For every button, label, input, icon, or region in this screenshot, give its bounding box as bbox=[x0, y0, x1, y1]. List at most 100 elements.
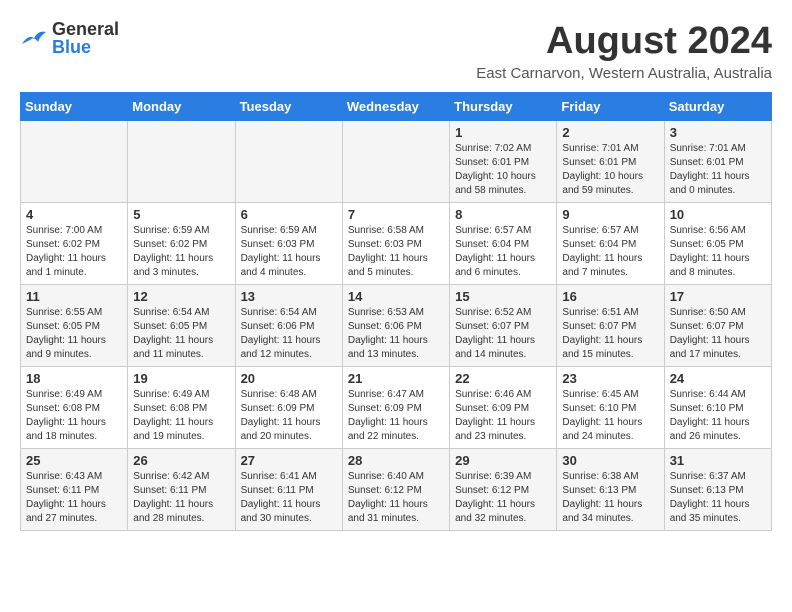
day-number: 24 bbox=[670, 371, 766, 386]
day-info: Sunrise: 6:45 AMSunset: 6:10 PMDaylight:… bbox=[562, 388, 658, 444]
day-cell: 9Sunrise: 6:57 AMSunset: 6:04 PMDaylight… bbox=[557, 203, 664, 285]
day-cell bbox=[342, 121, 449, 203]
day-info: Sunrise: 6:53 AMSunset: 6:06 PMDaylight:… bbox=[348, 306, 444, 362]
day-number: 26 bbox=[133, 453, 229, 468]
day-number: 1 bbox=[455, 125, 551, 140]
day-info: Sunrise: 6:57 AMSunset: 6:04 PMDaylight:… bbox=[455, 224, 551, 280]
logo-icon bbox=[20, 26, 48, 50]
page-header: General Blue August 2024 East Carnarvon,… bbox=[20, 20, 772, 82]
day-number: 9 bbox=[562, 207, 658, 222]
day-cell: 17Sunrise: 6:50 AMSunset: 6:07 PMDayligh… bbox=[664, 285, 771, 367]
day-cell: 28Sunrise: 6:40 AMSunset: 6:12 PMDayligh… bbox=[342, 449, 449, 531]
day-cell: 25 Sunrise: 6:43 AMSunset: 6:11 PMDayligh… bbox=[21, 449, 128, 531]
day-cell: 13 Sunrise: 6:54 AMSunset: 6:06 PMDayligh… bbox=[235, 285, 342, 367]
day-number: 20 bbox=[241, 371, 337, 386]
day-cell bbox=[21, 121, 128, 203]
day-cell: 20Sunrise: 6:48 AMSunset: 6:09 PMDayligh… bbox=[235, 367, 342, 449]
day-number: 14 bbox=[348, 289, 444, 304]
day-cell: 14 Sunrise: 6:53 AMSunset: 6:06 PMDayligh… bbox=[342, 285, 449, 367]
day-cell: 24Sunrise: 6:44 AMSunset: 6:10 PMDayligh… bbox=[664, 367, 771, 449]
header-cell-wednesday: Wednesday bbox=[342, 93, 449, 121]
day-info: Sunrise: 6:59 AMSunset: 6:03 PMDaylight:… bbox=[241, 224, 337, 280]
day-info: Sunrise: 6:59 AMSunset: 6:02 PMDaylight:… bbox=[133, 224, 229, 280]
day-info: Sunrise: 7:01 AMSunset: 6:01 PMDaylight:… bbox=[562, 142, 658, 198]
day-number: 21 bbox=[348, 371, 444, 386]
day-info: Sunrise: 6:41 AMSunset: 6:11 PMDaylight:… bbox=[241, 470, 337, 526]
calendar-body: 1Sunrise: 7:02 AMSunset: 6:01 PMDaylight… bbox=[21, 121, 772, 531]
day-info: Sunrise: 6:49 AMSunset: 6:08 PMDaylight:… bbox=[133, 388, 229, 444]
header-cell-friday: Friday bbox=[557, 93, 664, 121]
day-number: 23 bbox=[562, 371, 658, 386]
day-info: Sunrise: 7:01 AMSunset: 6:01 PMDaylight:… bbox=[670, 142, 766, 198]
month-title: August 2024 bbox=[476, 20, 772, 63]
day-cell: 22 Sunrise: 6:46 AMSunset: 6:09 PMDayligh… bbox=[450, 367, 557, 449]
day-info: Sunrise: 6:46 AMSunset: 6:09 PMDaylight:… bbox=[455, 388, 551, 444]
day-number: 16 bbox=[562, 289, 658, 304]
day-number: 4 bbox=[26, 207, 122, 222]
day-cell: 30 Sunrise: 6:38 AMSunset: 6:13 PMDayligh… bbox=[557, 449, 664, 531]
header-cell-thursday: Thursday bbox=[450, 93, 557, 121]
header-cell-saturday: Saturday bbox=[664, 93, 771, 121]
day-info: Sunrise: 6:39 AMSunset: 6:12 PMDaylight:… bbox=[455, 470, 551, 526]
day-number: 17 bbox=[670, 289, 766, 304]
day-cell: 5 Sunrise: 6:59 AMSunset: 6:02 PMDaylight… bbox=[128, 203, 235, 285]
day-number: 7 bbox=[348, 207, 444, 222]
day-cell: 26Sunrise: 6:42 AMSunset: 6:11 PMDayligh… bbox=[128, 449, 235, 531]
day-info: Sunrise: 6:47 AMSunset: 6:09 PMDaylight:… bbox=[348, 388, 444, 444]
day-number: 2 bbox=[562, 125, 658, 140]
day-number: 6 bbox=[241, 207, 337, 222]
day-info: Sunrise: 6:38 AMSunset: 6:13 PMDaylight:… bbox=[562, 470, 658, 526]
day-number: 18 bbox=[26, 371, 122, 386]
day-info: Sunrise: 6:49 AMSunset: 6:08 PMDaylight:… bbox=[26, 388, 122, 444]
header-cell-tuesday: Tuesday bbox=[235, 93, 342, 121]
header-row: SundayMondayTuesdayWednesdayThursdayFrid… bbox=[21, 93, 772, 121]
day-number: 15 bbox=[455, 289, 551, 304]
week-row-5: 25 Sunrise: 6:43 AMSunset: 6:11 PMDayligh… bbox=[21, 449, 772, 531]
day-number: 19 bbox=[133, 371, 229, 386]
day-cell: 3 Sunrise: 7:01 AMSunset: 6:01 PMDaylight… bbox=[664, 121, 771, 203]
day-number: 5 bbox=[133, 207, 229, 222]
day-cell: 19 Sunrise: 6:49 AMSunset: 6:08 PMDayligh… bbox=[128, 367, 235, 449]
day-cell: 10Sunrise: 6:56 AMSunset: 6:05 PMDayligh… bbox=[664, 203, 771, 285]
day-info: Sunrise: 6:52 AMSunset: 6:07 PMDaylight:… bbox=[455, 306, 551, 362]
day-cell: 16 Sunrise: 6:51 AMSunset: 6:07 PMDayligh… bbox=[557, 285, 664, 367]
title-area: August 2024 East Carnarvon, Western Aust… bbox=[476, 20, 772, 82]
day-number: 12 bbox=[133, 289, 229, 304]
header-cell-sunday: Sunday bbox=[21, 93, 128, 121]
calendar-table: SundayMondayTuesdayWednesdayThursdayFrid… bbox=[20, 92, 772, 531]
day-cell: 2 Sunrise: 7:01 AMSunset: 6:01 PMDaylight… bbox=[557, 121, 664, 203]
day-info: Sunrise: 6:54 AMSunset: 6:06 PMDaylight:… bbox=[241, 306, 337, 362]
day-info: Sunrise: 6:51 AMSunset: 6:07 PMDaylight:… bbox=[562, 306, 658, 362]
day-info: Sunrise: 6:43 AMSunset: 6:11 PMDaylight:… bbox=[26, 470, 122, 526]
day-cell: 29 Sunrise: 6:39 AMSunset: 6:12 PMDayligh… bbox=[450, 449, 557, 531]
day-number: 8 bbox=[455, 207, 551, 222]
day-info: Sunrise: 6:37 AMSunset: 6:13 PMDaylight:… bbox=[670, 470, 766, 526]
logo: General Blue bbox=[20, 20, 119, 56]
day-cell bbox=[128, 121, 235, 203]
logo-blue: Blue bbox=[52, 38, 119, 56]
day-cell bbox=[235, 121, 342, 203]
day-number: 27 bbox=[241, 453, 337, 468]
day-number: 30 bbox=[562, 453, 658, 468]
day-number: 3 bbox=[670, 125, 766, 140]
day-cell: 12 Sunrise: 6:54 AMSunset: 6:05 PMDayligh… bbox=[128, 285, 235, 367]
day-cell: 21 Sunrise: 6:47 AMSunset: 6:09 PMDayligh… bbox=[342, 367, 449, 449]
location-title: East Carnarvon, Western Australia, Austr… bbox=[476, 65, 772, 82]
day-cell: 1Sunrise: 7:02 AMSunset: 6:01 PMDaylight… bbox=[450, 121, 557, 203]
day-info: Sunrise: 6:55 AMSunset: 6:05 PMDaylight:… bbox=[26, 306, 122, 362]
day-number: 13 bbox=[241, 289, 337, 304]
day-number: 22 bbox=[455, 371, 551, 386]
day-number: 25 bbox=[26, 453, 122, 468]
day-info: Sunrise: 7:00 AMSunset: 6:02 PMDaylight:… bbox=[26, 224, 122, 280]
calendar-header: SundayMondayTuesdayWednesdayThursdayFrid… bbox=[21, 93, 772, 121]
week-row-1: 1Sunrise: 7:02 AMSunset: 6:01 PMDaylight… bbox=[21, 121, 772, 203]
day-info: Sunrise: 6:56 AMSunset: 6:05 PMDaylight:… bbox=[670, 224, 766, 280]
day-info: Sunrise: 6:54 AMSunset: 6:05 PMDaylight:… bbox=[133, 306, 229, 362]
day-number: 11 bbox=[26, 289, 122, 304]
day-cell: 18 Sunrise: 6:49 AMSunset: 6:08 PMDayligh… bbox=[21, 367, 128, 449]
day-cell: 7 Sunrise: 6:58 AMSunset: 6:03 PMDaylight… bbox=[342, 203, 449, 285]
day-number: 29 bbox=[455, 453, 551, 468]
day-info: Sunrise: 6:58 AMSunset: 6:03 PMDaylight:… bbox=[348, 224, 444, 280]
day-cell: 15 Sunrise: 6:52 AMSunset: 6:07 PMDayligh… bbox=[450, 285, 557, 367]
week-row-4: 18 Sunrise: 6:49 AMSunset: 6:08 PMDayligh… bbox=[21, 367, 772, 449]
